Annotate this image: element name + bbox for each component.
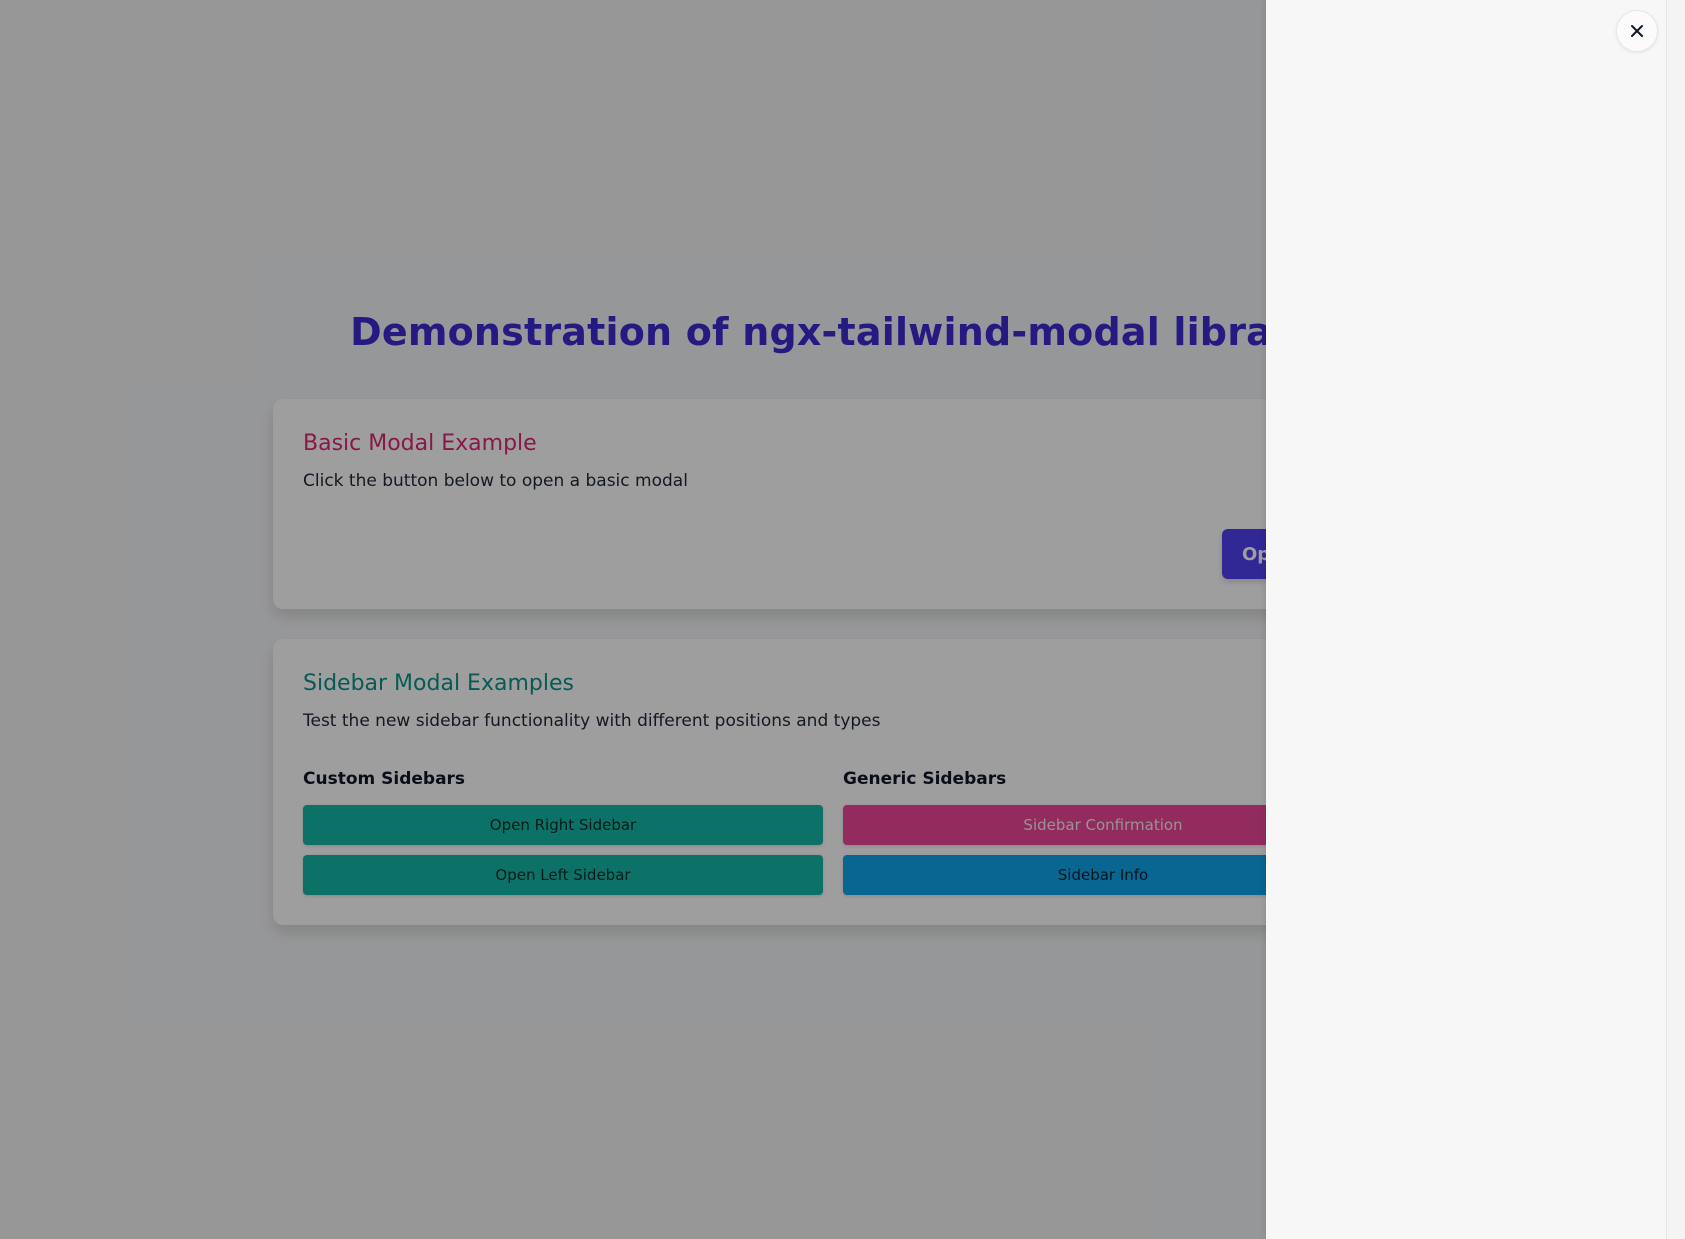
scrollbar[interactable] — [1666, 0, 1685, 1239]
right-sidebar-panel — [1266, 0, 1666, 1239]
close-icon — [1631, 25, 1643, 37]
close-sidebar-button[interactable] — [1616, 10, 1658, 52]
